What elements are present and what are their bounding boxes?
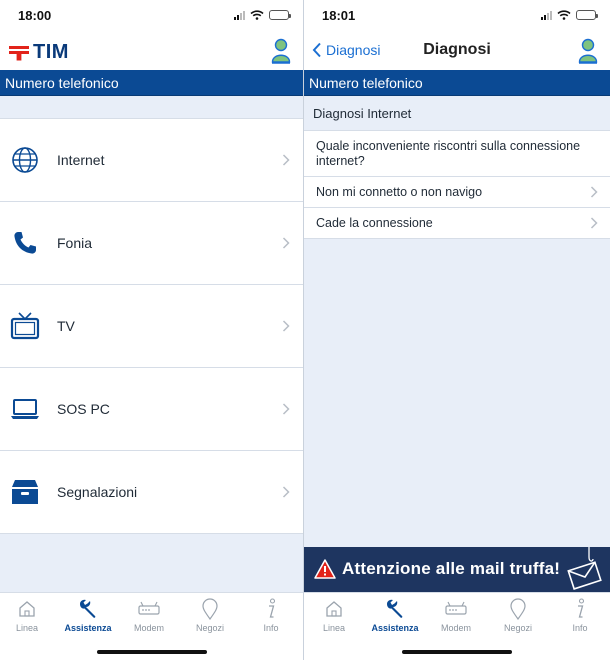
status-bar: 18:00 [0,0,303,32]
battery-icon [269,10,291,20]
tab-info[interactable]: Info [241,598,301,633]
option-no-connection[interactable]: Non mi connetto o non navigo [304,177,610,208]
globe-icon [10,145,40,175]
menu-label: Fonia [57,235,93,251]
status-time: 18:00 [18,8,52,23]
tab-info[interactable]: Info [550,598,610,633]
tab-label: Info [572,623,588,633]
wrench-icon [365,598,425,620]
tab-modem[interactable]: Modem [426,598,486,633]
menu-item-tv[interactable]: TV [0,285,303,368]
modem-icon [119,598,179,620]
back-button[interactable]: Diagnosi [312,42,380,58]
info-icon [241,598,301,620]
battery-icon [576,10,598,20]
chevron-right-icon [282,237,290,249]
tab-label: Assistenza [64,623,112,633]
map-pin-icon [180,598,240,620]
back-button-label: Diagnosi [326,42,381,58]
tim-logo-text: TIM [33,41,69,63]
info-icon [550,598,610,620]
diagnosis-list: Quale inconveniente riscontri sulla conn… [304,131,610,239]
wifi-icon [250,10,264,20]
user-profile-icon[interactable] [578,38,598,64]
tim-logo-mark-icon [9,45,29,61]
tab-negozi[interactable]: Negozi [180,598,240,633]
signal-icon [541,10,552,20]
home-screen: 18:00 TIM Numero telefonico Internet Fon… [0,0,303,660]
warning-icon [314,559,336,579]
menu-label: TV [57,318,75,334]
tab-label: Negozi [503,623,532,633]
map-pin-icon [488,598,548,620]
tab-label: Info [263,623,279,633]
laptop-icon [10,394,40,424]
tab-label: Linea [15,623,39,633]
diagnosis-screen: 18:01 Diagnosi Diagnosi Numero telefonic… [304,0,610,660]
tab-modem[interactable]: Modem [119,598,179,633]
chevron-right-icon [282,403,290,415]
modem-icon [426,598,486,620]
tab-bar: Linea Assistenza Modem Negozi Info [304,592,610,660]
chevron-left-icon [312,42,321,58]
tab-label: Modem [133,623,164,633]
menu-label: SOS PC [57,401,110,417]
menu-item-internet[interactable]: Internet [0,119,303,202]
status-icons [541,10,598,20]
mail-hook-icon [567,547,602,590]
status-bar: 18:01 [304,0,610,32]
status-icons [234,10,291,20]
tab-linea[interactable]: Linea [304,598,364,633]
section-title: Diagnosi Internet [304,97,610,131]
signal-icon [234,10,245,20]
app-header: TIM [0,32,303,70]
house-icon [0,598,57,620]
menu-item-sos-pc[interactable]: SOS PC [0,368,303,451]
menu-label: Segnalazioni [57,484,138,500]
alert-banner-text: Attenzione alle mail truffa! [342,559,561,578]
tim-logo: TIM [9,41,69,64]
chevron-right-icon [282,486,290,498]
tab-assistenza[interactable]: Assistenza [365,598,425,633]
tab-label: Negozi [195,623,224,633]
option-connection-drops[interactable]: Cade la connessione [304,208,610,239]
wrench-icon [58,598,118,620]
tab-label: Linea [322,623,346,633]
option-label: Non mi connetto o non navigo [316,185,483,199]
house-icon [304,598,364,620]
home-indicator [402,650,512,654]
home-indicator [96,650,207,654]
tab-label: Assistenza [371,623,419,633]
assistance-menu: Internet Fonia TV SOS PC Segnalazioni [0,118,303,534]
tab-label: Modem [440,623,471,633]
tab-assistenza[interactable]: Assistenza [58,598,118,633]
tv-icon [10,311,40,341]
user-profile-icon[interactable] [271,38,291,64]
app-header: Diagnosi Diagnosi [304,32,610,70]
chevron-right-icon [282,320,290,332]
wifi-icon [557,10,571,20]
chevron-right-icon [282,154,290,166]
status-time: 18:01 [322,8,356,23]
tab-negozi[interactable]: Negozi [488,598,548,633]
menu-item-segnalazioni[interactable]: Segnalazioni [0,451,303,534]
tab-bar: Linea Assistenza Modem Negozi Info [0,592,303,660]
menu-label: Internet [57,152,105,168]
tab-linea[interactable]: Linea [0,598,57,633]
phone-number-band: Numero telefonico [304,70,610,96]
chevron-right-icon [590,186,598,198]
chevron-right-icon [590,217,598,229]
menu-item-fonia[interactable]: Fonia [0,202,303,285]
archive-box-icon [10,477,40,507]
phishing-alert-banner[interactable]: Attenzione alle mail truffa! [304,547,610,592]
phone-number-band: Numero telefonico [0,70,303,96]
phone-icon [10,228,40,258]
option-label: Cade la connessione [316,216,433,230]
diagnosis-question: Quale inconveniente riscontri sulla conn… [304,131,610,177]
